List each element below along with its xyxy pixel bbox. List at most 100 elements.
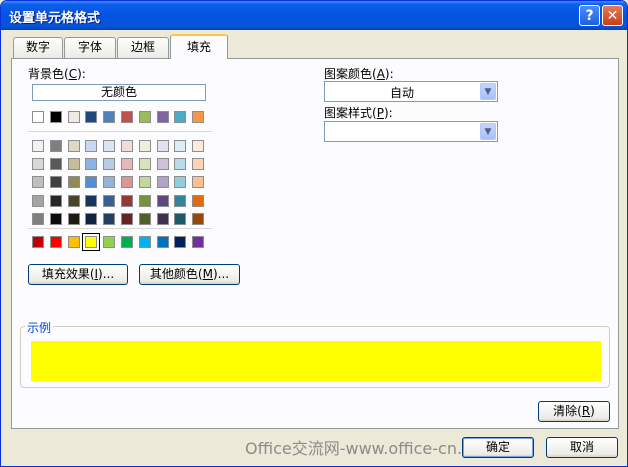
clear-button[interactable]: 清除(R) — [538, 401, 610, 422]
color-swatch-theme-1-8[interactable] — [174, 158, 187, 171]
format-cells-dialog: 设置单元格格式 ? ✕ 数字 字体 边框 填充 背景色(C): 无颜色 填充效果… — [0, 0, 628, 467]
color-swatch-theme-1-7[interactable] — [156, 158, 169, 171]
pattern-color-value: 自动 — [389, 86, 414, 100]
color-swatch-theme-0-2[interactable] — [67, 140, 80, 152]
tab-font[interactable]: 字体 — [64, 37, 116, 58]
pattern-color-select[interactable]: 自动 ▼ — [324, 81, 498, 102]
sample-label: 示例 — [25, 319, 54, 336]
color-swatch-bright-2[interactable] — [67, 236, 80, 248]
chevron-down-icon[interactable]: ▼ — [480, 123, 496, 140]
no-color-button[interactable]: 无颜色 — [32, 84, 206, 101]
color-swatch-theme-4-1[interactable] — [49, 212, 62, 225]
color-swatch-bright-8[interactable] — [174, 236, 187, 248]
color-swatch-theme-0-6[interactable] — [138, 140, 151, 152]
color-swatch-theme-1-0[interactable] — [32, 158, 44, 171]
tab-number[interactable]: 数字 — [13, 37, 63, 58]
color-swatch-theme-3-0[interactable] — [32, 194, 44, 207]
color-swatch-standard-7[interactable] — [156, 111, 169, 123]
color-swatch-standard-6[interactable] — [138, 111, 151, 123]
color-swatch-theme-3-8[interactable] — [174, 194, 187, 207]
color-swatch-bright-4[interactable] — [103, 236, 116, 248]
color-swatch-standard-8[interactable] — [174, 111, 187, 123]
color-swatch-bright-5[interactable] — [121, 236, 133, 248]
color-swatch-theme-1-9[interactable] — [192, 158, 205, 171]
color-swatch-standard-3[interactable] — [85, 111, 98, 123]
color-swatch-theme-0-0[interactable] — [32, 140, 44, 152]
color-swatch-standard-5[interactable] — [121, 111, 133, 123]
color-swatch-theme-3-7[interactable] — [156, 194, 169, 207]
cancel-button[interactable]: 取消 — [546, 437, 618, 458]
color-swatch-standard-0[interactable] — [32, 111, 44, 123]
color-swatch-theme-1-5[interactable] — [121, 158, 133, 171]
color-swatch-theme-4-6[interactable] — [138, 212, 151, 225]
ok-button[interactable]: 确定 — [462, 437, 534, 458]
color-swatch-bright-9[interactable] — [192, 236, 205, 248]
color-swatch-theme-4-7[interactable] — [156, 212, 169, 225]
color-swatch-standard-1[interactable] — [49, 111, 62, 123]
color-swatch-theme-1-2[interactable] — [67, 158, 80, 171]
color-swatch-theme-3-3[interactable] — [85, 194, 98, 207]
color-swatch-theme-2-6[interactable] — [138, 176, 151, 189]
tab-border[interactable]: 边框 — [117, 37, 169, 58]
title-bar[interactable]: 设置单元格格式 ? ✕ — [1, 1, 627, 30]
pattern-style-label: 图案样式(P): — [324, 106, 393, 120]
close-icon[interactable]: ✕ — [602, 5, 623, 26]
color-swatch-theme-3-4[interactable] — [103, 194, 116, 207]
color-swatch-theme-2-0[interactable] — [32, 176, 44, 189]
color-swatch-theme-2-1[interactable] — [49, 176, 62, 189]
color-swatch-theme-2-5[interactable] — [121, 176, 133, 189]
color-swatch-bright-7[interactable] — [156, 236, 169, 248]
color-swatch-bright-3[interactable] — [82, 233, 101, 251]
color-swatch-theme-1-3[interactable] — [85, 158, 98, 171]
chevron-down-icon[interactable]: ▼ — [480, 83, 496, 100]
color-swatch-standard-4[interactable] — [103, 111, 116, 123]
fill-panel: 背景色(C): 无颜色 填充效果(I)... 其他颜色(M)... 图案颜色(A… — [11, 58, 619, 429]
color-swatch-bright-0[interactable] — [32, 236, 44, 248]
color-swatch-theme-4-9[interactable] — [192, 212, 205, 225]
watermark: Office交流网-www.office-cn.net — [245, 439, 489, 458]
pattern-color-label: 图案颜色(A): — [324, 67, 394, 81]
color-swatch-theme-0-4[interactable] — [103, 140, 116, 152]
color-swatch-theme-4-2[interactable] — [67, 212, 80, 225]
color-swatch-theme-0-7[interactable] — [156, 140, 169, 152]
color-swatch-theme-1-6[interactable] — [138, 158, 151, 171]
color-swatch-standard-2[interactable] — [67, 111, 80, 123]
sample-preview — [31, 341, 601, 381]
pattern-style-select[interactable]: ▼ — [324, 121, 498, 142]
color-swatch-theme-0-1[interactable] — [49, 140, 62, 152]
color-swatch-theme-4-3[interactable] — [85, 212, 98, 225]
color-swatch-theme-0-5[interactable] — [121, 140, 133, 152]
palette-divider — [28, 131, 212, 132]
color-swatch-theme-4-4[interactable] — [103, 212, 116, 225]
more-colors-button[interactable]: 其他颜色(M)... — [139, 264, 240, 285]
color-swatch-theme-2-2[interactable] — [67, 176, 80, 189]
color-swatch-theme-0-9[interactable] — [192, 140, 205, 152]
color-swatch-theme-2-9[interactable] — [192, 176, 205, 189]
color-swatch-theme-0-3[interactable] — [85, 140, 98, 152]
color-swatch-theme-3-6[interactable] — [138, 194, 151, 207]
sample-group: 示例 — [20, 319, 610, 388]
color-swatch-theme-2-8[interactable] — [174, 176, 187, 189]
background-color-label: 背景色(C): — [28, 67, 86, 81]
color-swatch-theme-2-3[interactable] — [85, 176, 98, 189]
help-icon[interactable]: ? — [579, 5, 600, 26]
color-swatch-theme-2-4[interactable] — [103, 176, 116, 189]
color-swatch-theme-1-4[interactable] — [103, 158, 116, 171]
color-swatch-standard-9[interactable] — [192, 111, 205, 123]
color-swatch-bright-1[interactable] — [49, 236, 62, 248]
window-title: 设置单元格格式 — [9, 11, 101, 26]
color-swatch-theme-3-5[interactable] — [121, 194, 133, 207]
color-swatch-theme-4-8[interactable] — [174, 212, 187, 225]
color-swatch-theme-0-8[interactable] — [174, 140, 187, 152]
color-swatch-theme-4-0[interactable] — [32, 212, 44, 225]
fill-effects-button[interactable]: 填充效果(I)... — [28, 264, 128, 285]
color-swatch-theme-1-1[interactable] — [49, 158, 62, 171]
color-swatch-theme-4-5[interactable] — [121, 212, 133, 225]
color-swatch-theme-3-2[interactable] — [67, 194, 80, 207]
color-swatch-theme-2-7[interactable] — [156, 176, 169, 189]
color-swatch-theme-3-9[interactable] — [192, 194, 205, 207]
color-swatch-bright-6[interactable] — [138, 236, 151, 248]
tab-fill[interactable]: 填充 — [170, 34, 228, 59]
palette-divider — [28, 228, 212, 229]
color-swatch-theme-3-1[interactable] — [49, 194, 62, 207]
